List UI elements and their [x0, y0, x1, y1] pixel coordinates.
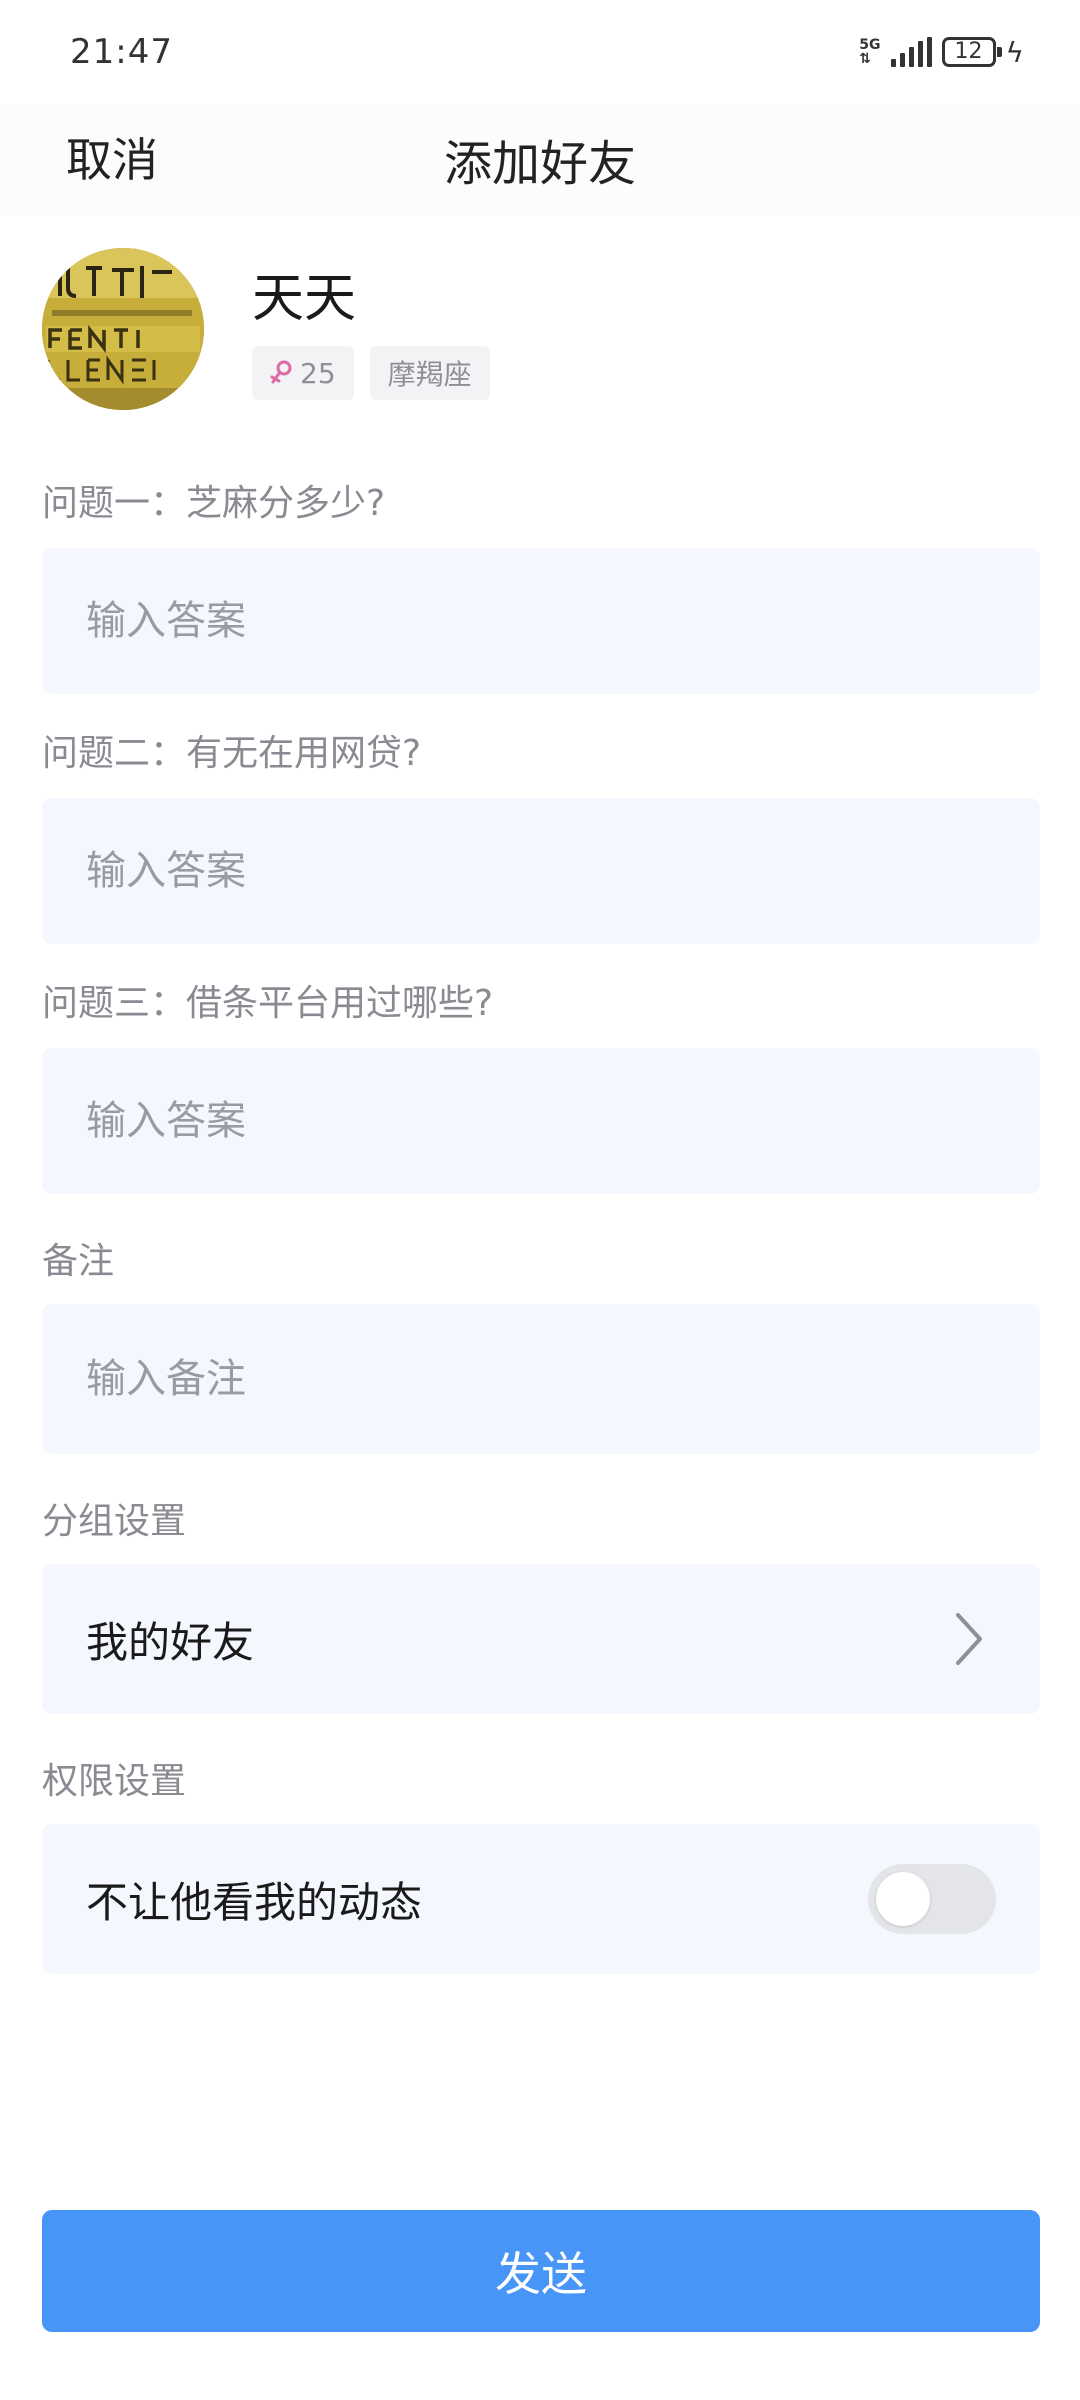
battery-icon: 12: [941, 37, 1002, 67]
question-2-label: 问题二：有无在用网贷?: [42, 733, 422, 774]
question-1-field[interactable]: [42, 548, 1040, 694]
network-type: 5G ⇅: [859, 37, 881, 67]
avatar[interactable]: [42, 248, 204, 410]
age-tag: 25: [252, 346, 354, 400]
profile-tags: 25 摩羯座: [252, 346, 490, 400]
zodiac-tag: 摩羯座: [369, 346, 490, 400]
data-arrows-icon: ⇅: [859, 51, 872, 67]
charging-icon: ϟ: [1005, 35, 1024, 69]
note-field[interactable]: [42, 1304, 1040, 1454]
hide-moments-toggle[interactable]: [868, 1864, 996, 1934]
nav-bar: 取消 添加好友: [0, 104, 1080, 216]
permission-row: 不让他看我的动态: [42, 1824, 1040, 1974]
group-label: 分组设置: [42, 1501, 187, 1542]
female-icon: [270, 360, 292, 384]
signal-icon: [890, 37, 932, 67]
status-icons: 5G ⇅ 12 ϟ: [859, 36, 1024, 69]
chevron-right-icon: [956, 1613, 982, 1665]
question-3-label: 问题三：借条平台用过哪些?: [42, 983, 494, 1024]
question-1-label: 问题一：芝麻分多少?: [42, 483, 386, 524]
note-label: 备注: [42, 1241, 115, 1282]
question-2-input[interactable]: [86, 848, 996, 894]
permission-label: 权限设置: [42, 1761, 187, 1802]
permission-option: 不让他看我的动态: [86, 1877, 423, 1927]
question-3-input[interactable]: [86, 1098, 996, 1144]
group-selector[interactable]: 我的好友: [42, 1564, 1040, 1714]
status-time: 21:47: [70, 32, 173, 72]
profile-header: 天天 25 摩羯座: [42, 248, 1042, 418]
page-title: 添加好友: [443, 136, 636, 192]
question-2-field[interactable]: [42, 798, 1040, 944]
book-cover-image: [42, 248, 204, 410]
user-name: 天天: [252, 269, 357, 329]
question-1-input[interactable]: [86, 598, 996, 644]
send-button[interactable]: 发送: [42, 2210, 1040, 2332]
age-value: 25: [300, 356, 336, 390]
question-3-field[interactable]: [42, 1048, 1040, 1194]
note-input[interactable]: [86, 1356, 996, 1402]
status-bar: 21:47 5G ⇅ 12 ϟ: [0, 0, 1080, 104]
group-value: 我的好友: [86, 1617, 255, 1667]
toggle-knob: [876, 1872, 930, 1926]
